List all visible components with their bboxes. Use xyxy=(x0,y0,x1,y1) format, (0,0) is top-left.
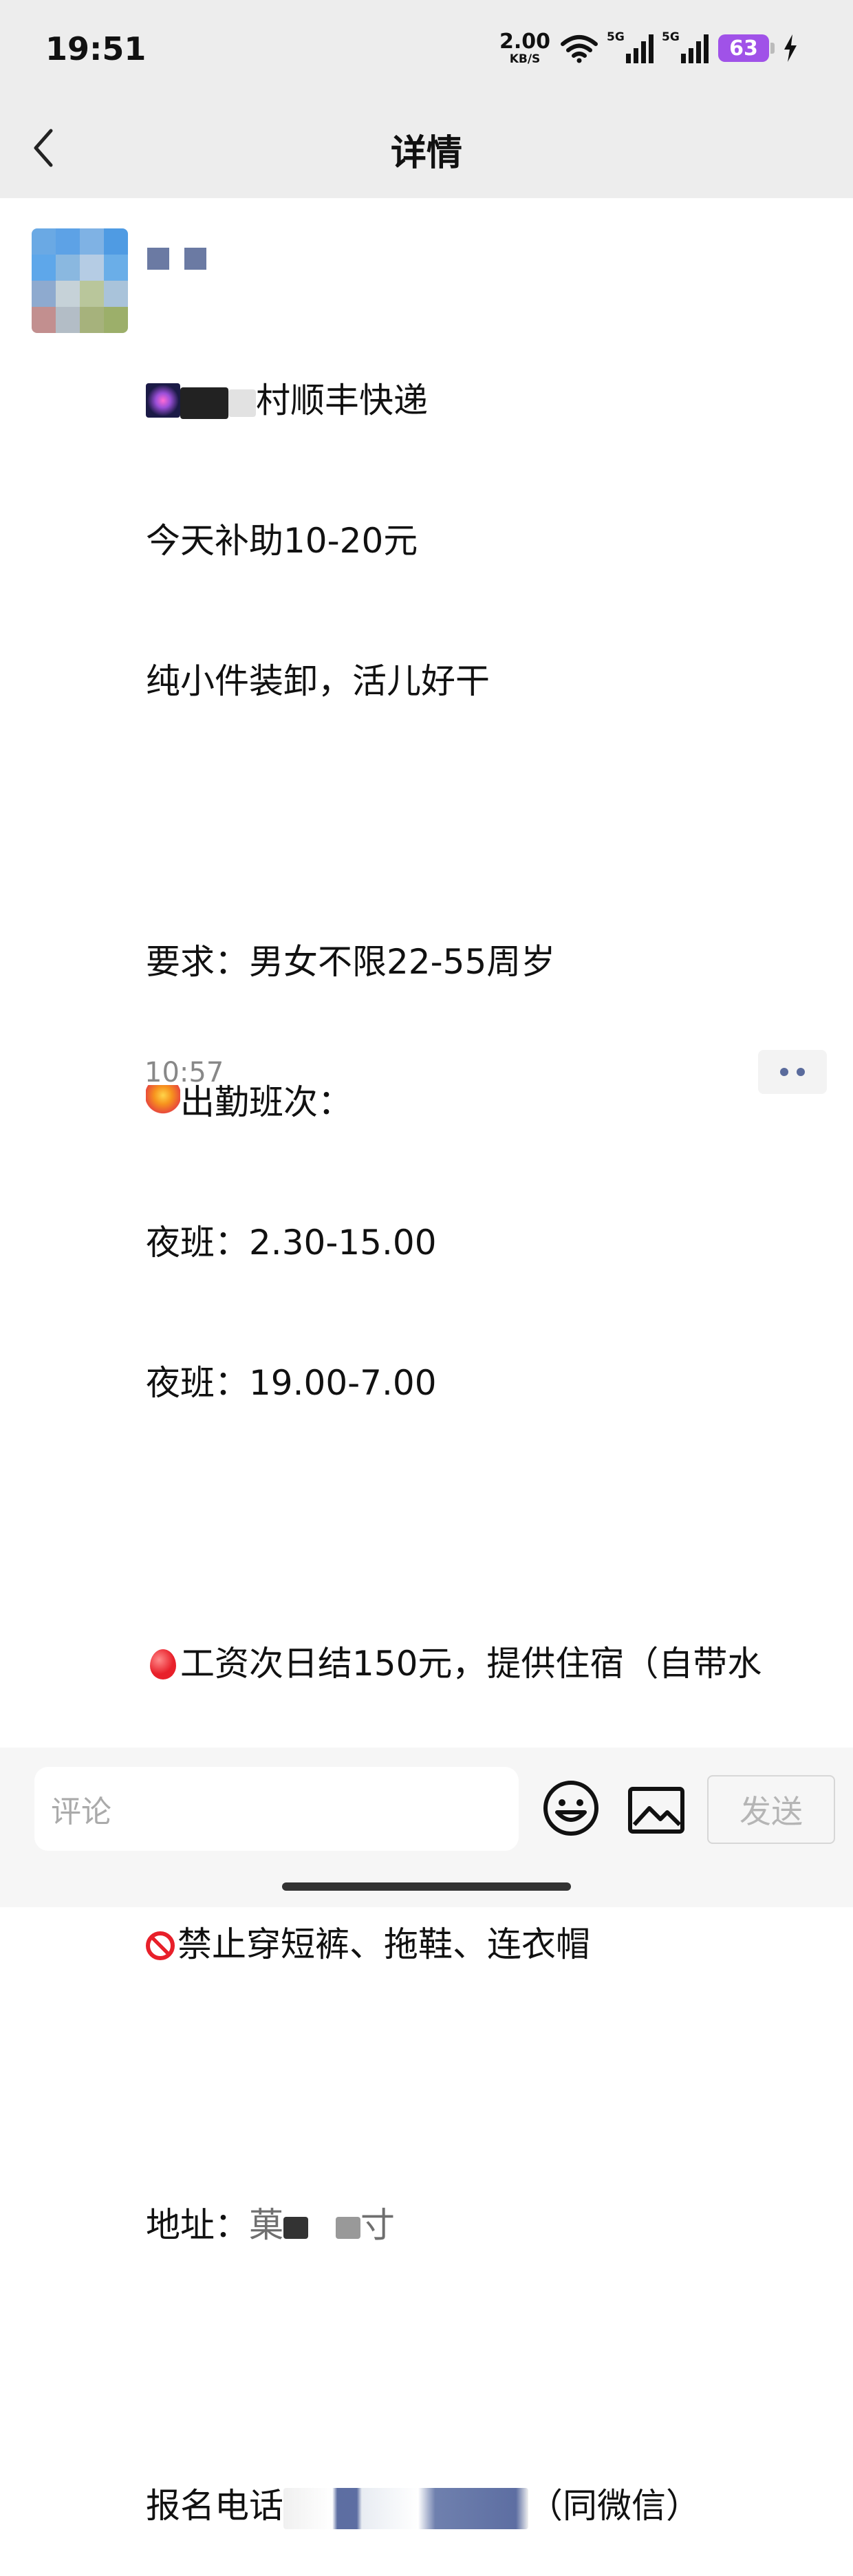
prohibited-icon xyxy=(146,1931,175,1960)
network-speed: 2.00 KB/S xyxy=(499,29,550,66)
post-line: 报名电话 （同微信） xyxy=(146,2482,806,2529)
confetti-icon xyxy=(146,1085,180,1119)
post-line: 村顺丰快递 xyxy=(146,377,806,424)
redacted-text xyxy=(336,2216,360,2239)
dot-icon xyxy=(797,1068,805,1076)
post-line: 出勤班次： xyxy=(146,1079,806,1126)
signal-icon: 5G xyxy=(662,30,709,63)
balloon-icon xyxy=(150,1649,176,1679)
redacted-text xyxy=(180,387,228,419)
redacted-text xyxy=(283,2216,308,2239)
avatar[interactable] xyxy=(32,228,128,333)
post-line: 禁止穿短裤、拖鞋、连衣帽 xyxy=(146,1921,806,1968)
more-button[interactable] xyxy=(758,1050,827,1094)
home-indicator[interactable] xyxy=(282,1882,571,1891)
post-line: 工资次日结150元，提供住宿（自带水 xyxy=(146,1640,806,1687)
charging-icon xyxy=(784,34,797,62)
comment-input[interactable]: 评论 xyxy=(34,1767,519,1851)
post-time: 10:57 xyxy=(144,1057,224,1088)
post-content: 村顺丰快递 今天补助10-20元 纯小件装卸，活儿好干 要求：男女不限22-55… xyxy=(146,283,806,2576)
firework-icon xyxy=(146,383,180,418)
wifi-icon xyxy=(561,35,598,63)
top-bar: 19:51 2.00 KB/S 5G 5G 63 详情 xyxy=(0,0,853,198)
signal-icon: 5G xyxy=(607,30,654,63)
page-title: 详情 xyxy=(390,133,462,174)
bottom-bar: 评论 发送 xyxy=(0,1748,853,1907)
post-line: 夜班：19.00-7.00 xyxy=(146,1363,437,1403)
image-icon[interactable] xyxy=(627,1786,685,1834)
battery-icon: 63 xyxy=(718,34,775,62)
post-line xyxy=(146,798,806,845)
post-line: 夜班：2.30-15.00 xyxy=(146,1223,437,1263)
post-line: 地址：菓寸 xyxy=(146,2205,395,2245)
send-button[interactable]: 发送 xyxy=(707,1775,835,1844)
post-line xyxy=(146,2342,806,2389)
author-name xyxy=(147,248,206,270)
post-line xyxy=(146,2061,806,2108)
post-line: 要求：男女不限22-55周岁 xyxy=(146,942,556,982)
post-line: 纯小件装卸，活儿好干 xyxy=(146,661,490,701)
dot-icon xyxy=(780,1068,788,1076)
status-time: 19:51 xyxy=(45,30,147,67)
post-line: 今天补助10-20元 xyxy=(146,521,418,561)
emoji-icon[interactable] xyxy=(542,1779,600,1837)
status-icons: 2.00 KB/S 5G 5G 63 xyxy=(499,29,798,67)
redacted-phone xyxy=(283,2487,528,2529)
post-line xyxy=(146,1500,806,1547)
